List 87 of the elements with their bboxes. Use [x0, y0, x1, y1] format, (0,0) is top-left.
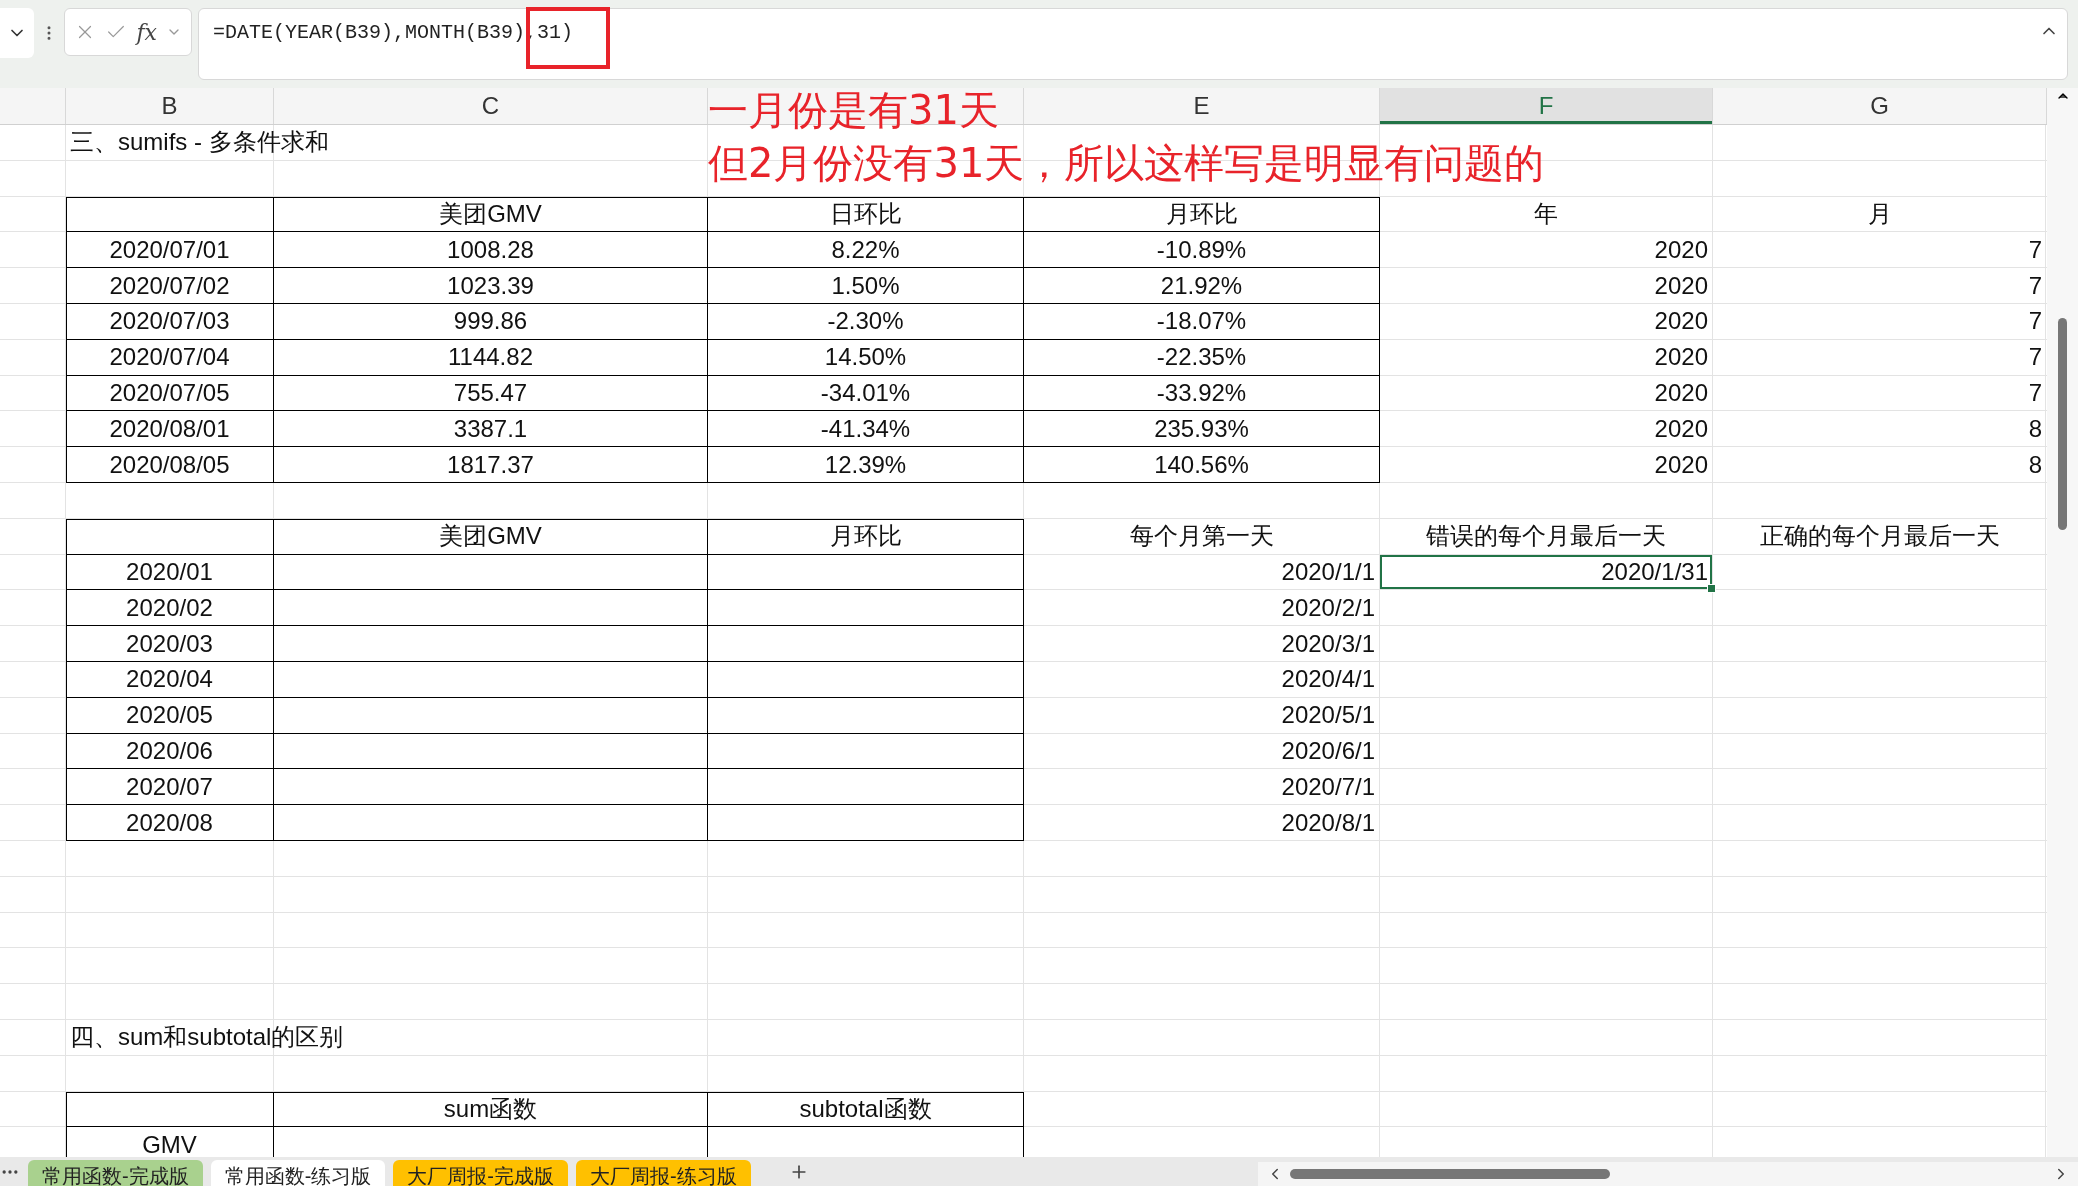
- table-cell: 12.39%: [708, 447, 1024, 483]
- table-cell: 2020/04: [66, 661, 274, 698]
- column-header-cell-text: 正确的每个月最后一天: [1758, 521, 2001, 552]
- column-header-cell: 美团GMV: [274, 196, 708, 233]
- table-cell: 755.47: [274, 375, 708, 412]
- column-header-cell-text: 月: [1866, 199, 1893, 229]
- table-cell: 8.22%: [708, 232, 1024, 269]
- column-header-cell-text: 每个月第一天: [1128, 521, 1275, 552]
- table-cell: 1.50%: [708, 268, 1024, 304]
- table-cell: 2020/07/05: [66, 375, 274, 412]
- table-cell-text: 2020/8/1: [1280, 807, 1376, 838]
- table-cell: 1817.37: [274, 447, 708, 483]
- column-letter-header[interactable]: C: [274, 88, 708, 124]
- table-cell-text: 2020: [1653, 377, 1709, 408]
- table-cell: 2020/03: [66, 626, 274, 662]
- table-cell: 2020/07/01: [66, 232, 274, 269]
- scroll-thumb[interactable]: [1290, 1169, 1610, 1179]
- column-letter-header[interactable]: F: [1380, 88, 1713, 124]
- table-cell: 2020/08/05: [66, 447, 274, 483]
- fill-handle[interactable]: [1707, 584, 1716, 594]
- table-cell-text: 7: [2027, 270, 2043, 301]
- table-cell-text: 2020/7/1: [1280, 771, 1376, 802]
- table-cell: 140.56%: [1024, 447, 1380, 483]
- table-cell-text: 2020/3/1: [1280, 628, 1376, 659]
- table-cell: 1008.28: [274, 232, 708, 269]
- column-header-cell: 月环比: [708, 518, 1024, 555]
- table-cell: -18.07%: [1024, 304, 1380, 340]
- table-cell: 2020/05: [66, 697, 274, 734]
- table-cell-text: 8: [2027, 449, 2043, 480]
- table-cell: -41.34%: [708, 411, 1024, 448]
- table-cell: 3387.1: [274, 411, 708, 448]
- table-cell: 1144.82: [274, 339, 708, 376]
- table-cell-text: 2020: [1653, 449, 1709, 480]
- table-cell: -2.30%: [708, 304, 1024, 340]
- table-cell: 2020/08: [66, 805, 274, 841]
- table-cell: 235.93%: [1024, 411, 1380, 448]
- column-header-cell-text: 年: [1533, 199, 1559, 229]
- column-header-cell: 日环比: [708, 196, 1024, 233]
- sheet-tab[interactable]: 大厂周报-练习版: [576, 1160, 751, 1186]
- table-cell: 21.92%: [1024, 268, 1380, 304]
- table-cell: 999.86: [274, 304, 708, 340]
- table-cell-text: 2020: [1653, 413, 1709, 444]
- table-cell: -33.92%: [1024, 375, 1380, 412]
- table-cell-text: 7: [2027, 342, 2043, 373]
- table-cell: 2020/08/01: [66, 411, 274, 448]
- table-cell: -34.01%: [708, 375, 1024, 412]
- section-title: 四、sum和subtotal的区别: [69, 1022, 345, 1053]
- vertical-scrollbar[interactable]: [2047, 88, 2078, 1157]
- table-cell-text: 2020/1/1: [1280, 556, 1376, 587]
- table-cell: 2020/02: [66, 590, 274, 627]
- scroll-thumb[interactable]: [2058, 318, 2067, 530]
- section-title: 三、sumifs - 多条件求和: [69, 127, 330, 158]
- table-cell-text: 2020/6/1: [1280, 735, 1376, 766]
- column-letter-header[interactable]: B: [66, 88, 274, 124]
- table-cell: -22.35%: [1024, 339, 1380, 376]
- table-cell: 2020/07: [66, 769, 274, 806]
- table-cell-text: 7: [2027, 377, 2043, 408]
- table-cell: 14.50%: [708, 339, 1024, 376]
- selected-cell[interactable]: 2020/1/31: [1380, 554, 1713, 591]
- column-header-cell: 月环比: [1024, 196, 1380, 233]
- table-cell: 2020/07/04: [66, 339, 274, 376]
- column-header-cell-text: 错误的每个月最后一天: [1425, 521, 1667, 552]
- table-cell-text: 8: [2027, 413, 2043, 444]
- table-cell-text: 2020/4/1: [1280, 664, 1376, 695]
- table-cell: -10.89%: [1024, 232, 1380, 269]
- table-cell-text: 2020: [1653, 342, 1709, 373]
- table-cell: 2020/01: [66, 554, 274, 591]
- table-cell-text: 2020: [1653, 270, 1709, 301]
- table-cell-text: 2020: [1653, 234, 1709, 265]
- table-cell-text: 2020/5/1: [1280, 700, 1376, 731]
- table-cell-text: 7: [2027, 306, 2043, 337]
- table-cell: 2020/06: [66, 733, 274, 770]
- table-cell: 2020/07/02: [66, 268, 274, 304]
- annotation-text: 一月份是有31天: [708, 88, 999, 135]
- table-cell-text: 2020: [1653, 306, 1709, 337]
- table-cell: 1023.39: [274, 268, 708, 304]
- column-header-cell: 美团GMV: [274, 518, 708, 555]
- column-header-cell: sum函数: [274, 1091, 708, 1128]
- annotation-text: 但2月份没有31天，所以这样写是明显有问题的: [708, 139, 1545, 188]
- table-cell: 2020/07/03: [66, 304, 274, 340]
- table-cell-text: 7: [2027, 234, 2043, 265]
- sheet-tab[interactable]: 常用函数-完成版: [28, 1160, 203, 1186]
- insert-function-button[interactable]: fx: [136, 19, 157, 45]
- column-header-cell: subtotal函数: [708, 1091, 1024, 1128]
- sheet-tab[interactable]: 常用函数-练习版: [210, 1160, 386, 1186]
- sheet-tab[interactable]: 大厂周报-完成版: [393, 1160, 568, 1186]
- table-cell-text: 2020/2/1: [1280, 592, 1376, 623]
